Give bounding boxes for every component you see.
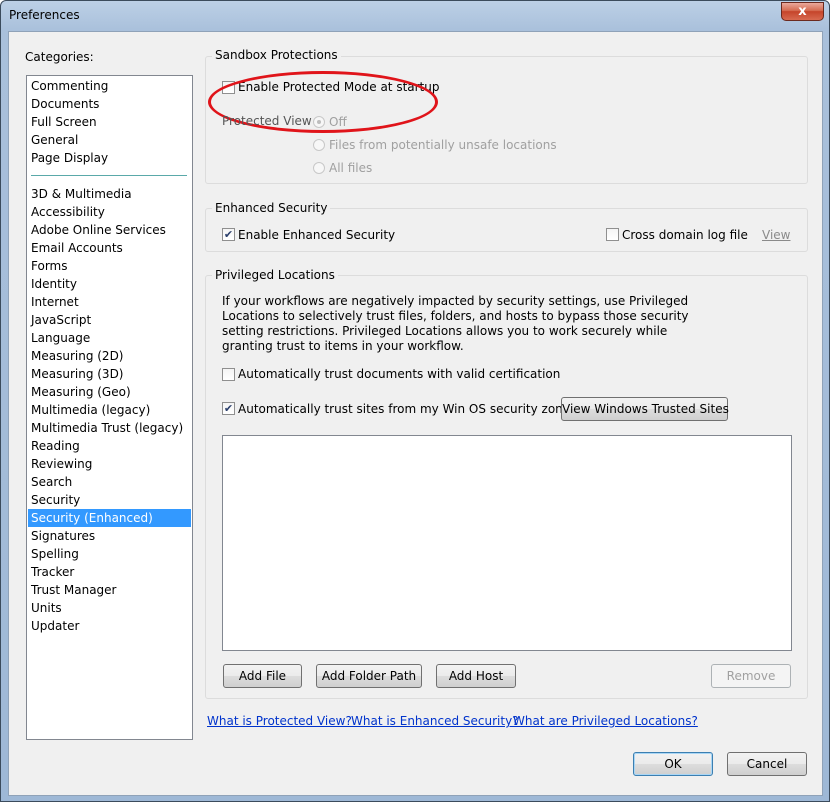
- category-item[interactable]: Tracker: [28, 563, 191, 581]
- category-item[interactable]: Identity: [28, 275, 191, 293]
- privileged-locations-description: If your workflows are negatively impacte…: [222, 294, 689, 353]
- auto-trust-sites-label[interactable]: Automatically trust sites from my Win OS…: [238, 402, 576, 416]
- category-item[interactable]: Language: [28, 329, 191, 347]
- privileged-locations-list[interactable]: [222, 435, 792, 651]
- category-item[interactable]: Page Display: [28, 149, 191, 167]
- cross-domain-log-label[interactable]: Cross domain log file: [622, 228, 748, 242]
- category-item[interactable]: Reading: [28, 437, 191, 455]
- enable-enhanced-security-checkbox[interactable]: ✔: [222, 228, 235, 241]
- category-item[interactable]: JavaScript: [28, 311, 191, 329]
- add-host-button[interactable]: Add Host: [436, 664, 516, 688]
- category-item[interactable]: Multimedia (legacy): [28, 401, 191, 419]
- category-item[interactable]: Forms: [28, 257, 191, 275]
- category-item[interactable]: General: [28, 131, 191, 149]
- enhanced-security-title: Enhanced Security: [212, 201, 331, 215]
- enable-enhanced-security-label[interactable]: Enable Enhanced Security: [238, 228, 395, 242]
- add-file-button[interactable]: Add File: [223, 664, 302, 688]
- category-item[interactable]: Signatures: [28, 527, 191, 545]
- categories-list[interactable]: Commenting Documents Full Screen General Pag…: [26, 75, 193, 740]
- ok-button[interactable]: OK: [633, 752, 713, 776]
- view-windows-trusted-sites-button[interactable]: View Windows Trusted Sites: [561, 397, 729, 421]
- category-item[interactable]: Email Accounts: [28, 239, 191, 257]
- category-item[interactable]: Updater: [28, 617, 191, 635]
- category-item[interactable]: Accessibility: [28, 203, 191, 221]
- checkmark-icon: ✔: [223, 402, 234, 415]
- remove-button[interactable]: Remove: [711, 664, 791, 688]
- category-item[interactable]: Measuring (Geo): [28, 383, 191, 401]
- category-item[interactable]: Internet: [28, 293, 191, 311]
- category-item[interactable]: Documents: [28, 95, 191, 113]
- category-item[interactable]: Adobe Online Services: [28, 221, 191, 239]
- what-is-protected-view-link[interactable]: What is Protected View?: [207, 714, 352, 728]
- categories-label: Categories:: [25, 50, 94, 64]
- window-title: Preferences: [9, 8, 80, 22]
- category-item[interactable]: Security (Enhanced): [28, 509, 191, 527]
- category-item[interactable]: Units: [28, 599, 191, 617]
- protected-view-off-radio[interactable]: [313, 116, 325, 128]
- category-item[interactable]: Measuring (3D): [28, 365, 191, 383]
- title-bar[interactable]: Preferences x: [1, 1, 829, 31]
- what-are-privileged-locations-link[interactable]: What are Privileged Locations?: [513, 714, 698, 728]
- category-item[interactable]: Multimedia Trust (legacy): [28, 419, 191, 437]
- category-item[interactable]: Security: [28, 491, 191, 509]
- sandbox-protections-title: Sandbox Protections: [212, 48, 341, 62]
- protected-view-label: Protected View: [222, 114, 312, 128]
- category-item[interactable]: Trust Manager: [28, 581, 191, 599]
- add-folder-path-button[interactable]: Add Folder Path: [316, 664, 422, 688]
- protected-view-unsafe-label[interactable]: Files from potentially unsafe locations: [329, 138, 557, 152]
- protected-view-off-label[interactable]: Off: [329, 115, 347, 129]
- auto-trust-cert-checkbox[interactable]: [222, 368, 235, 381]
- category-item[interactable]: Measuring (2D): [28, 347, 191, 365]
- what-is-enhanced-security-link[interactable]: What is Enhanced Security?: [351, 714, 519, 728]
- protected-view-all-radio[interactable]: [313, 162, 325, 174]
- preferences-window: Preferences x Categories: Commenting Docu…: [0, 0, 830, 802]
- cancel-button[interactable]: Cancel: [727, 752, 807, 776]
- checkmark-icon: ✔: [223, 228, 234, 241]
- auto-trust-cert-label[interactable]: Automatically trust documents with valid…: [238, 367, 560, 381]
- privileged-locations-title: Privileged Locations: [212, 268, 338, 282]
- category-item[interactable]: Reviewing: [28, 455, 191, 473]
- category-item[interactable]: 3D & Multimedia: [28, 185, 191, 203]
- category-item[interactable]: Spelling: [28, 545, 191, 563]
- cross-domain-log-checkbox[interactable]: [606, 228, 619, 241]
- category-item[interactable]: Search: [28, 473, 191, 491]
- dialog-client-area: Categories: Commenting Documents Full Scre…: [8, 31, 823, 796]
- close-button[interactable]: x: [781, 2, 824, 21]
- protected-view-unsafe-radio[interactable]: [313, 139, 325, 151]
- category-separator: [31, 175, 187, 176]
- protected-view-all-label[interactable]: All files: [329, 161, 372, 175]
- close-icon: x: [798, 4, 807, 19]
- view-log-link[interactable]: View: [762, 228, 790, 242]
- auto-trust-sites-checkbox[interactable]: ✔: [222, 402, 235, 415]
- category-item[interactable]: Full Screen: [28, 113, 191, 131]
- category-item[interactable]: Commenting: [28, 77, 191, 95]
